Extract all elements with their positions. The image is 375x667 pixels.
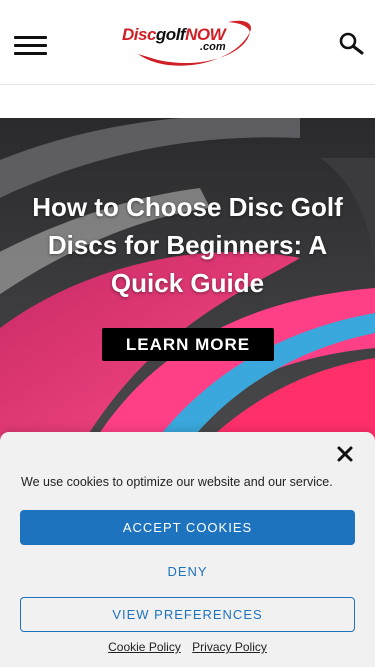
search-icon[interactable]	[338, 31, 366, 57]
cookie-message: We use cookies to optimize our website a…	[21, 475, 333, 489]
site-header: DiscgolfNOW .com	[0, 0, 375, 85]
sub-header-bar	[0, 85, 375, 118]
hero-banner: How to Choose Disc Golf Discs for Beginn…	[0, 118, 375, 448]
hamburger-icon[interactable]	[14, 36, 47, 56]
page: DiscgolfNOW .com How to Choose Disc Golf…	[0, 0, 375, 667]
site-logo[interactable]: DiscgolfNOW .com	[118, 14, 258, 70]
view-preferences-button[interactable]: VIEW PREFERENCES	[20, 597, 355, 632]
learn-more-button[interactable]: LEARN MORE	[102, 328, 274, 361]
logo-domain: .com	[200, 41, 226, 53]
hero-title: How to Choose Disc Golf Discs for Beginn…	[32, 192, 343, 298]
cookie-policy-link[interactable]: Cookie Policy	[108, 640, 181, 654]
deny-cookies-button[interactable]: DENY	[20, 554, 355, 589]
close-icon[interactable]	[335, 444, 355, 464]
privacy-policy-link[interactable]: Privacy Policy	[192, 640, 267, 654]
cookie-policy-links: Cookie Policy Privacy Policy	[0, 640, 375, 654]
cookie-consent-panel: We use cookies to optimize our website a…	[0, 432, 375, 667]
accept-cookies-button[interactable]: ACCEPT COOKIES	[20, 510, 355, 545]
